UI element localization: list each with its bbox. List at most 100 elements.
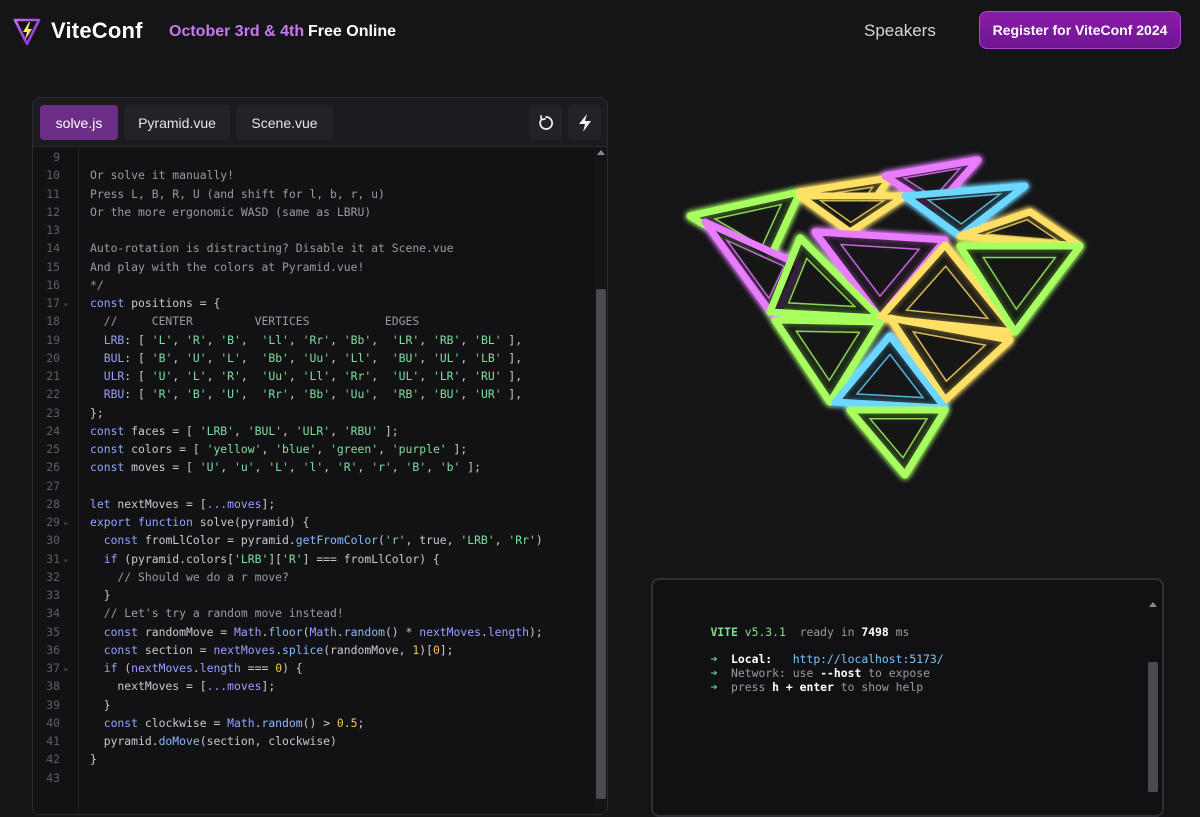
editor-scrollbar[interactable]	[594, 147, 607, 814]
editor-scrollbar-thumb[interactable]	[596, 289, 606, 799]
terminal-scroll-up-icon[interactable]	[1149, 602, 1157, 607]
code-text: LRB: [ 'L', 'R', 'B', 'Ll', 'Rr', 'Bb', …	[103, 332, 523, 347]
code-line: 14 Auto-rotation is distracting? Disable …	[33, 239, 593, 257]
code-line: 29 ⌄ export function solve(pyramid) {	[33, 513, 593, 531]
code-line: 20 BUL: [ 'B', 'U', 'L', 'Bb', 'Uu', 'Ll…	[33, 349, 593, 367]
fold-chevron-icon[interactable]: ⌄	[63, 550, 68, 568]
line-number: 33	[46, 588, 60, 602]
line-number: 16	[46, 277, 60, 292]
code-text: BUL: [ 'B', 'U', 'L', 'Bb', 'Uu', 'Ll', …	[103, 350, 523, 365]
lightning-icon	[578, 113, 591, 132]
code-line: 13	[33, 221, 593, 239]
code-text: ULR: [ 'U', 'L', 'R', 'Uu', 'Ll', 'Rr', …	[103, 369, 523, 383]
code-line: 37 ⌄ if (nextMoves.length === 0) {	[33, 659, 593, 677]
code-text: // CENTER VERTICES EDGES	[90, 314, 420, 329]
code-line: 30 const fromLlColor = pyramid.getFromCo…	[33, 531, 593, 549]
code-text: Or the more ergonomic WASD (same as LBRU…	[90, 204, 372, 219]
line-number: 14	[46, 241, 60, 256]
code-text: const faces = [ 'LRB', 'BUL', 'ULR', 'RB…	[90, 423, 399, 438]
line-number: 17	[46, 296, 60, 310]
ready-text: ready in	[799, 625, 855, 639]
fold-chevron-icon[interactable]: ⌄	[63, 513, 68, 531]
code-text: if (nextMoves.length === 0) {	[103, 661, 303, 675]
scroll-up-icon[interactable]	[597, 150, 605, 155]
code-area[interactable]: 9 10 Or solve it manually! 11 Press L, B, R,…	[33, 147, 607, 814]
ready-ms: 7498	[861, 625, 889, 639]
code-text: const moves = [ 'U', 'u', 'L', 'l', 'R',…	[90, 460, 481, 475]
code-line: 27	[33, 477, 593, 495]
brand-name[interactable]: ViteConf	[51, 18, 143, 44]
line-number: 12	[46, 204, 60, 219]
line-number: 37	[46, 661, 60, 675]
tab-scene-vue[interactable]: Scene.vue	[236, 105, 333, 140]
tab-pyramid-vue[interactable]: Pyramid.vue	[124, 105, 230, 140]
line-number: 15	[46, 259, 60, 274]
line-number: 20	[46, 350, 60, 365]
line-number: 18	[46, 314, 60, 329]
code-line: 24 const faces = [ 'LRB', 'BUL', 'ULR', '…	[33, 422, 593, 440]
code-line: 26 const moves = [ 'U', 'u', 'L', 'l', 'R…	[33, 458, 593, 476]
code-text: Auto-rotation is distracting? Disable it…	[90, 241, 454, 256]
nav-speakers-link[interactable]: Speakers	[864, 21, 936, 41]
line-number: 32	[46, 569, 60, 584]
code-line: 17 ⌄ const positions = {	[33, 294, 593, 312]
code-line: 43	[33, 769, 593, 787]
code-line: 15 And play with the colors at Pyramid.vu…	[33, 258, 593, 276]
help-press: press	[731, 680, 766, 694]
help-line: ➜ press h + enter to show help	[683, 666, 923, 708]
code-line: 11 Press L, B, R, U (and shift for l, b, …	[33, 185, 593, 203]
code-text: if (pyramid.colors['LRB']['R'] === fromL…	[103, 551, 440, 566]
pyramid-3d-preview[interactable]	[640, 120, 1140, 520]
register-button[interactable]: Register for ViteConf 2024	[979, 11, 1181, 49]
terminal-scrollbar[interactable]	[1146, 598, 1160, 813]
fold-chevron-icon[interactable]: ⌄	[63, 659, 68, 677]
help-text: to show help	[840, 680, 924, 694]
code-text: // Should we do a r move?	[90, 569, 289, 584]
code-editor: solve.js Pyramid.vue Scene.vue 9 10 Or sol…	[32, 97, 608, 815]
line-number: 41	[46, 734, 60, 748]
line-number: 29	[46, 515, 60, 529]
line-number: 19	[46, 332, 60, 347]
line-number: 27	[46, 478, 60, 493]
line-number: 42	[46, 752, 60, 767]
event-format: Free Online	[308, 23, 397, 40]
vite-logo-icon[interactable]	[12, 16, 42, 46]
help-key: h + enter	[772, 680, 834, 694]
code-line: 38 nextMoves = [...moves];	[33, 677, 593, 695]
code-text: const colors = [ 'yellow', 'blue', 'gree…	[90, 442, 468, 456]
ready-unit: ms	[895, 625, 910, 639]
terminal-scrollbar-thumb[interactable]	[1148, 662, 1158, 792]
line-number: 30	[46, 533, 60, 548]
code-text: const clockwise = Math.random() > 0.5;	[103, 715, 365, 730]
line-number: 22	[46, 387, 60, 402]
code-line: 41 pyramid.doMove(section, clockwise)	[33, 732, 593, 750]
line-number: 23	[46, 405, 60, 420]
pyramid-tiles	[686, 156, 1084, 479]
code-text: // Let's try a random move instead!	[90, 606, 344, 621]
line-number: 43	[46, 770, 60, 785]
reset-button[interactable]	[529, 105, 562, 140]
code-text: const randomMove = Math.floor(Math.rando…	[103, 624, 543, 639]
fold-chevron-icon[interactable]: ⌄	[63, 294, 68, 312]
code-line: 40 const clockwise = Math.random() > 0.5…	[33, 714, 593, 732]
editor-tab-bar: solve.js Pyramid.vue Scene.vue	[33, 98, 607, 147]
line-number: 39	[46, 697, 60, 712]
code-line: 21 ULR: [ 'U', 'L', 'R', 'Uu', 'Ll', 'Rr…	[33, 367, 593, 385]
terminal-panel[interactable]: VITE v5.3.1 ready in 7498 ms ➜ Local: ht…	[651, 578, 1164, 817]
line-number: 11	[46, 186, 60, 201]
line-number: 38	[46, 679, 60, 694]
line-number: 35	[46, 624, 60, 639]
code-line: 18 // CENTER VERTICES EDGES	[33, 312, 593, 330]
code-line: 28 let nextMoves = [...moves];	[33, 495, 593, 513]
code-line: 22 RBU: [ 'R', 'B', 'U', 'Rr', 'Bb', 'Uu…	[33, 385, 593, 403]
tab-solve-js[interactable]: solve.js	[40, 105, 118, 140]
code-line: 16 */	[33, 276, 593, 294]
code-line: 31 ⌄ if (pyramid.colors['LRB']['R'] === f…	[33, 550, 593, 568]
code-line: 34 // Let's try a random move instead!	[33, 604, 593, 622]
code-text: nextMoves = [...moves];	[90, 679, 276, 694]
code-line: 32 // Should we do a r move?	[33, 568, 593, 586]
hot-reload-button[interactable]	[568, 105, 601, 140]
code-line: 36 const section = nextMoves.splice(rand…	[33, 641, 593, 659]
vite-label: VITE	[710, 625, 738, 639]
code-line: 12 Or the more ergonomic WASD (same as LB…	[33, 203, 593, 221]
